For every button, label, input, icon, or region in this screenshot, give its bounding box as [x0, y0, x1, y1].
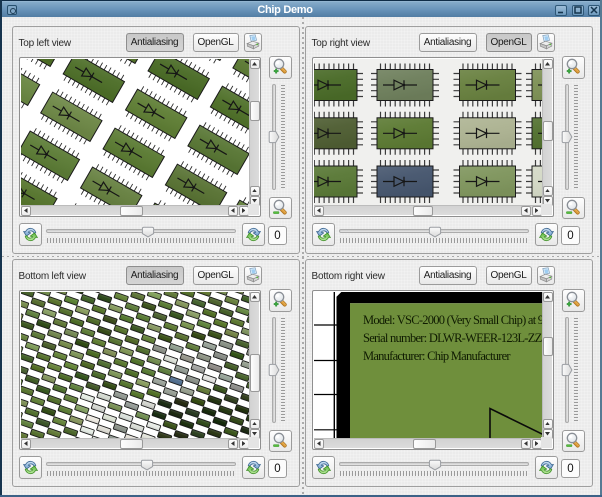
svg-text:Manufacturer: Chip Manufacture: Manufacturer: Chip Manufacturer [363, 349, 511, 363]
svg-text:Serial number: DLWR-WEER-123L-: Serial number: DLWR-WEER-123L-ZZ330-SD [363, 331, 543, 345]
svg-text:Model: VSC-2000 (Very Small Ch: Model: VSC-2000 (Very Small Chip) at 9x1… [363, 313, 543, 327]
